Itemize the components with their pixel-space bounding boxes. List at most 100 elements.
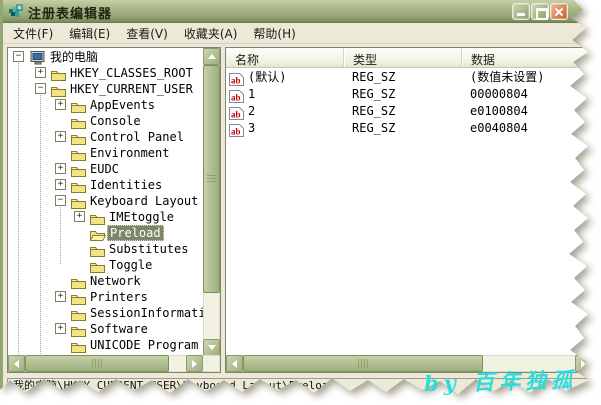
scroll-right-button[interactable] — [186, 355, 203, 372]
tree-item[interactable]: Network — [8, 273, 203, 289]
tree-item[interactable]: Environment — [8, 145, 203, 161]
value-name: 1 — [248, 86, 342, 103]
folder-icon — [90, 242, 106, 256]
expander-plus-icon[interactable]: + — [55, 163, 66, 174]
tree-item-label: SessionInformation — [88, 305, 203, 321]
expander-plus-icon[interactable]: + — [55, 179, 66, 190]
torn-paper-shadow: 注册表编辑器 文件(F) 编辑(E) 查看(V) 收藏夹(A) 帮助(H) −我… — [0, 0, 601, 405]
registry-value-row[interactable]: ab3REG_SZe0040804 — [226, 120, 592, 137]
scroll-left-button[interactable] — [8, 355, 25, 372]
value-type: REG_SZ — [352, 103, 462, 120]
tree-vertical-scrollbar[interactable] — [203, 48, 220, 355]
tree-item[interactable]: +EUDC — [8, 161, 203, 177]
column-header-type[interactable]: 类型 — [344, 48, 462, 67]
tree-item-label: IMEtoggle — [107, 209, 176, 225]
menu-help[interactable]: 帮助(H) — [245, 23, 303, 44]
tree-item-label: Printers — [88, 289, 150, 305]
expander-plus-icon[interactable]: + — [35, 67, 46, 78]
scroll-up-button[interactable] — [203, 48, 220, 65]
title-bar[interactable]: 注册表编辑器 — [3, 0, 592, 23]
scroll-right-button[interactable] — [575, 355, 592, 372]
column-headers: 名称 类型 数据 — [226, 48, 592, 68]
tree-item[interactable]: UNICODE Program Gro — [8, 337, 203, 353]
expander-plus-icon[interactable]: + — [55, 323, 66, 334]
tree-horizontal-scrollbar[interactable] — [8, 355, 220, 372]
folder-icon — [71, 98, 87, 112]
tree-item[interactable]: +AppEvents — [8, 97, 203, 113]
folder-icon — [71, 194, 87, 208]
expander-minus-icon[interactable]: − — [55, 195, 66, 206]
registry-value-row[interactable]: ab(默认)REG_SZ(数值未设置) — [226, 69, 592, 86]
horizontal-scroll-thumb[interactable] — [25, 355, 169, 372]
svg-text:ab: ab — [231, 76, 241, 86]
registry-values-list: ab(默认)REG_SZ(数值未设置)ab1REG_SZ00000804ab2R… — [226, 69, 592, 354]
folder-icon — [90, 210, 106, 224]
tree-item-label: Identities — [88, 177, 164, 193]
value-name: (默认) — [248, 69, 342, 86]
menu-favorites[interactable]: 收藏夹(A) — [176, 23, 246, 44]
tree-item[interactable]: Preload — [8, 225, 203, 241]
registry-app-icon — [8, 3, 24, 19]
maximize-button[interactable] — [531, 3, 549, 20]
svg-text:ab: ab — [231, 110, 241, 120]
menu-file[interactable]: 文件(F) — [5, 23, 61, 44]
folder-icon — [51, 66, 67, 80]
tree-item[interactable]: + Printers — [8, 289, 203, 305]
expander-plus-icon[interactable]: + — [55, 99, 66, 110]
tree-item[interactable]: − HKEY_CURRENT_USER — [8, 81, 203, 97]
menu-view[interactable]: 查看(V) — [118, 23, 176, 44]
value-data: e0100804 — [470, 103, 592, 120]
folder-icon — [71, 114, 87, 128]
close-button[interactable] — [550, 3, 568, 20]
tree-item-label: Console — [88, 113, 143, 129]
tree-item-label: HKEY_CURRENT_USER — [68, 81, 195, 97]
tree-item-label: Preload — [107, 225, 164, 241]
menu-bar: 文件(F) 编辑(E) 查看(V) 收藏夹(A) 帮助(H) — [3, 23, 592, 44]
scroll-down-button[interactable] — [203, 339, 220, 356]
tree-item[interactable]: SessionInformation — [8, 305, 203, 321]
tree-item-label: Software — [88, 321, 150, 337]
tree-item[interactable]: + Software — [8, 321, 203, 337]
scroll-left-button[interactable] — [226, 355, 243, 372]
arrow-up-icon — [208, 54, 216, 59]
tree-item[interactable]: Substitutes — [8, 241, 203, 257]
folder-icon — [71, 338, 87, 352]
expander-plus-icon[interactable]: + — [55, 291, 66, 302]
menu-edit[interactable]: 编辑(E) — [61, 23, 118, 44]
expander-minus-icon[interactable]: − — [13, 51, 24, 62]
value-type: REG_SZ — [352, 120, 462, 137]
folder-icon — [71, 130, 87, 144]
arrow-left-icon — [14, 360, 19, 368]
tree-item[interactable]: Toggle — [8, 257, 203, 273]
registry-value-row[interactable]: ab1REG_SZ00000804 — [226, 86, 592, 103]
registry-tree-panel: −我的电脑+HKEY_CLASSES_ROOT − HKEY_CURRENT_USE… — [7, 47, 221, 373]
vertical-scroll-thumb[interactable] — [203, 65, 220, 293]
expander-plus-icon[interactable]: + — [55, 131, 66, 142]
watermark-text: by 百年独孤 — [424, 364, 578, 398]
tree-item[interactable]: Console — [8, 113, 203, 129]
minimize-button[interactable] — [512, 3, 530, 20]
value-type: REG_SZ — [352, 69, 462, 86]
tree-item[interactable]: +Control Panel — [8, 129, 203, 145]
value-name: 2 — [248, 103, 342, 120]
expander-plus-icon[interactable]: + — [74, 211, 85, 222]
arrow-left-icon — [232, 360, 237, 368]
expander-minus-icon[interactable]: − — [35, 83, 46, 94]
column-header-name[interactable]: 名称 — [226, 48, 344, 67]
tree-item[interactable]: + Identities — [8, 177, 203, 193]
thumb-grip — [358, 359, 368, 368]
column-header-data[interactable]: 数据 — [462, 48, 592, 67]
folder-icon — [90, 258, 106, 272]
registry-value-row[interactable]: ab 2 REG_SZ e0100804 — [226, 103, 592, 120]
tree-item[interactable]: −我的电脑 — [8, 49, 203, 65]
tree-item[interactable]: −Keyboard Layout — [8, 193, 203, 209]
folder-icon — [71, 322, 87, 336]
tree-item[interactable]: + IMEtoggle — [8, 209, 203, 225]
folder-open-icon — [90, 226, 106, 240]
registry-editor-window: 注册表编辑器 文件(F) 编辑(E) 查看(V) 收藏夹(A) 帮助(H) −我… — [0, 0, 592, 398]
tree-item[interactable]: +HKEY_CLASSES_ROOT — [8, 65, 203, 81]
svg-text:ab: ab — [231, 93, 241, 103]
folder-icon — [51, 82, 67, 96]
arrow-down-icon — [208, 345, 216, 350]
screenshot-page: 注册表编辑器 文件(F) 编辑(E) 查看(V) 收藏夹(A) 帮助(H) −我… — [0, 0, 601, 405]
